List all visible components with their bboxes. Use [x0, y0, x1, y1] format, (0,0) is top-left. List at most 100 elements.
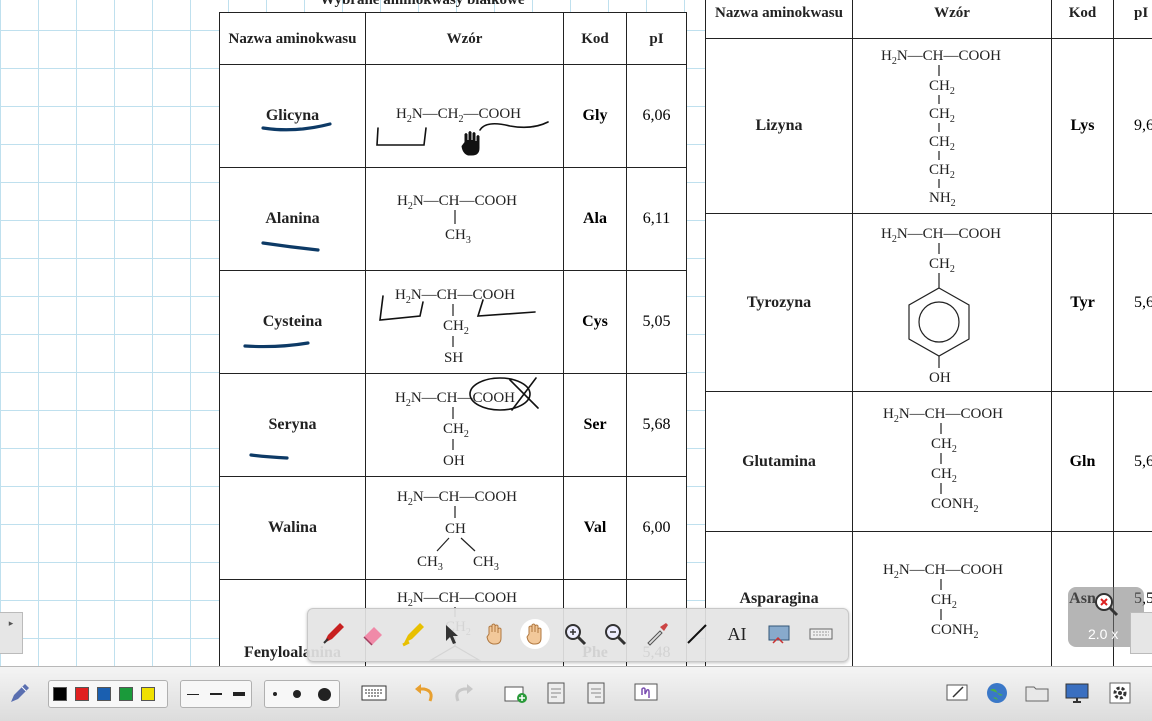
amino-acid-table-right: Nazwa aminokwasu Wzór Kod pI Lizyna H2N—…	[705, 0, 1152, 666]
undo-icon[interactable]	[410, 679, 438, 707]
table-header-row: Nazwa aminokwasu Wzór Kod pI	[706, 0, 1152, 39]
display-icon[interactable]	[1063, 679, 1091, 707]
text-icon[interactable]: AI	[722, 619, 752, 649]
add-page-icon[interactable]	[502, 679, 530, 707]
screen-capture-icon[interactable]	[764, 619, 794, 649]
amino-acid-name: Tyrozyna	[706, 214, 853, 392]
structural-formula: H2N—CH2—COOH	[366, 65, 564, 168]
amino-acid-pi: 6,00	[627, 477, 687, 580]
dot-size-large[interactable]	[318, 688, 331, 701]
table-row: Glutamina H2N—CH—COOH CH2 CH2 CONH2 Gln …	[706, 392, 1152, 532]
header-pi: pI	[627, 13, 687, 65]
structural-formula: H2N—CH—COOH CH2 CONH2	[853, 532, 1052, 667]
pen-icon[interactable]	[318, 619, 348, 649]
svg-text:CH3: CH3	[445, 227, 471, 246]
table-row: Walina H2N—CH—COOH CH CH3 CH3 Val 6,00	[220, 477, 687, 580]
svg-text:H2N—CH—COOH: H2N—CH—COOH	[395, 390, 515, 409]
amino-acid-name: Seryna	[220, 374, 366, 477]
redo-icon[interactable]	[450, 679, 478, 707]
zoom-out-icon[interactable]	[600, 619, 630, 649]
svg-text:H2N—CH—COOH: H2N—CH—COOH	[881, 226, 1001, 245]
zoom-in-icon[interactable]	[560, 619, 590, 649]
globe-icon[interactable]	[983, 679, 1011, 707]
svg-text:H2N—CH—COOH: H2N—CH—COOH	[397, 193, 517, 212]
pen-settings-icon[interactable]	[6, 679, 34, 707]
structural-formula: H2N—CH—COOH CH CH3 CH3	[366, 477, 564, 580]
settings-gear-icon[interactable]	[1106, 679, 1134, 707]
amino-acid-pi: 5,68	[627, 374, 687, 477]
serine-formula: H2N—CH—COOH CH2 OH	[367, 375, 563, 475]
keyboard-icon[interactable]	[806, 619, 836, 649]
color-swatch[interactable]	[119, 687, 133, 701]
line-width-thin[interactable]	[187, 694, 199, 695]
table-row: Lizyna H2N—CH—COOH CH2 CH2 CH2 CH2 NH2 L…	[706, 39, 1152, 214]
table-row: Cysteina H2N—CH—COOH CH2 SH Cys 5,05	[220, 271, 687, 374]
right-panel-handle[interactable]	[1130, 612, 1152, 654]
amino-acid-name: Glicyna	[220, 65, 366, 168]
amino-acid-pi: 6,11	[627, 168, 687, 271]
structural-formula: H2N—CH—COOH CH3	[366, 168, 564, 271]
dot-size-medium[interactable]	[293, 690, 301, 698]
folder-icon[interactable]	[1023, 679, 1051, 707]
previous-page-icon[interactable]	[542, 679, 570, 707]
amino-acid-pi: 5,64	[1114, 214, 1152, 392]
header-name: Nazwa aminokwasu	[220, 13, 366, 65]
whiteboard-canvas[interactable]: Wybrane aminokwasy białkowe Nazwa aminok…	[0, 0, 1152, 666]
amino-acid-code: Tyr	[1052, 214, 1114, 392]
pipette-icon[interactable]	[642, 619, 672, 649]
dot-size-small[interactable]	[273, 692, 277, 696]
table-row: Tyrozyna H2N—CH—COOH CH2 OH Tyr 5,64	[706, 214, 1152, 392]
structural-formula: H2N—CH—COOH CH2 CH2 CONH2	[853, 392, 1052, 532]
svg-text:H2N—CH—COOH: H2N—CH—COOH	[395, 287, 515, 306]
structural-formula: H2N—CH—COOH CH2 SH	[366, 271, 564, 374]
pan-icon[interactable]	[520, 619, 550, 649]
keyboard-icon[interactable]	[360, 679, 388, 707]
svg-text:CH3: CH3	[473, 554, 499, 573]
table-caption: Wybrane aminokwasy białkowe	[320, 0, 524, 9]
floating-toolbar: AI	[307, 608, 849, 662]
color-swatch[interactable]	[141, 687, 155, 701]
amino-acid-name: Cysteina	[220, 271, 366, 374]
svg-text:CONH2: CONH2	[931, 622, 979, 641]
color-swatch[interactable]	[75, 687, 89, 701]
next-page-icon[interactable]	[582, 679, 610, 707]
header-pi: pI	[1114, 0, 1152, 39]
table-header-row: Nazwa aminokwasu Wzór Kod pI	[220, 13, 687, 65]
glutamine-formula: H2N—CH—COOH CH2 CH2 CONH2	[853, 394, 1051, 530]
eraser-icon[interactable]	[358, 619, 388, 649]
amino-acid-pi: 5,65	[1114, 392, 1152, 532]
color-swatch[interactable]	[97, 687, 111, 701]
amino-acid-name: Walina	[220, 477, 366, 580]
line-icon[interactable]	[682, 619, 712, 649]
amino-acid-code: Val	[564, 477, 627, 580]
table-row: Glicyna H2N—CH2—COOH Gly 6,06	[220, 65, 687, 168]
tyrosine-formula: H2N—CH—COOH CH2 OH	[853, 216, 1051, 390]
select-icon[interactable]	[436, 619, 466, 649]
line-width-thick[interactable]	[233, 692, 245, 696]
svg-text:H2N—CH—COOH: H2N—CH—COOH	[397, 590, 517, 609]
amino-acid-name: Lizyna	[706, 39, 853, 214]
zoom-level: 2.0 x	[1088, 626, 1118, 642]
hand-icon[interactable]	[480, 619, 510, 649]
alanine-formula: H2N—CH—COOH CH3	[367, 169, 563, 269]
highlighter-icon[interactable]	[398, 619, 428, 649]
dot-size-group	[264, 680, 340, 708]
line-width-medium[interactable]	[210, 693, 222, 695]
amino-acid-pi: 6,06	[627, 65, 687, 168]
header-code: Kod	[564, 13, 627, 65]
svg-text:CH2: CH2	[443, 421, 469, 440]
line-width-group	[180, 680, 252, 708]
svg-text:CH2: CH2	[931, 466, 957, 485]
svg-text:CH2: CH2	[929, 162, 955, 181]
whiteboard-mode-icon[interactable]	[943, 679, 971, 707]
amino-acid-code: Ser	[564, 374, 627, 477]
color-swatch[interactable]	[53, 687, 67, 701]
pen-color-group	[48, 680, 168, 708]
structural-formula: H2N—CH—COOH CH2 CH2 CH2 CH2 NH2	[853, 39, 1052, 214]
left-panel-handle[interactable]: ▸	[0, 612, 23, 654]
gesture-icon[interactable]	[632, 679, 660, 707]
amino-acid-code: Gln	[1052, 392, 1114, 532]
svg-text:CH2: CH2	[929, 106, 955, 125]
zoom-reset-icon[interactable]	[1092, 590, 1120, 618]
valine-formula: H2N—CH—COOH CH CH3 CH3	[367, 478, 563, 578]
